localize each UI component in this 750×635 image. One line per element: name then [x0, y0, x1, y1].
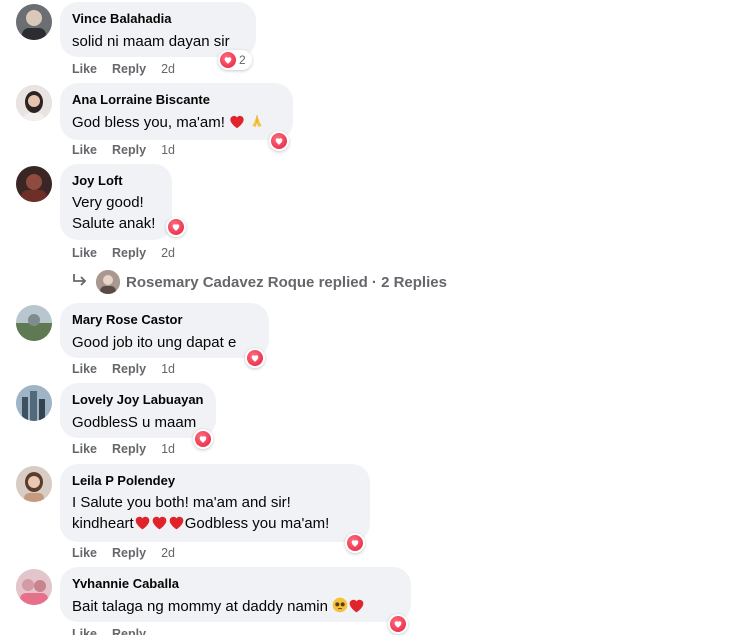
reaction-badge[interactable]	[193, 429, 213, 449]
reply-arrow-icon	[72, 273, 88, 291]
heart-icon	[347, 535, 363, 551]
comment-bubble: Mary Rose Castor Good job ito ung dapat …	[60, 303, 269, 358]
comment-text-line: kindheart	[72, 515, 134, 532]
comment-text: I Salute you both! ma'am and sir!	[72, 494, 291, 511]
view-replies-link[interactable]: Rosemary Cadavez Roque replied · 2 Repli…	[72, 270, 447, 294]
comment-author[interactable]: Leila P Polendey	[72, 472, 358, 489]
reaction-badge[interactable]	[166, 217, 186, 237]
heart-icon	[271, 133, 287, 149]
comment-author[interactable]: Joy Loft	[72, 172, 160, 189]
avatar[interactable]	[16, 385, 52, 421]
comment-actions: Like Reply 2d	[72, 246, 190, 260]
reaction-badge[interactable]: 2	[218, 50, 252, 70]
comment-bubble: Leila P Polendey I Salute you both! ma'a…	[60, 464, 370, 542]
reaction-badge[interactable]	[269, 131, 289, 151]
reply-button[interactable]: Reply	[112, 627, 146, 635]
comment-author[interactable]: Yvhannie Caballa	[72, 575, 399, 592]
timestamp[interactable]: 1d	[161, 442, 175, 456]
like-button[interactable]: Like	[72, 546, 97, 560]
red-heart-emoji-icon	[134, 515, 151, 536]
avatar[interactable]	[16, 466, 52, 502]
like-button[interactable]: Like	[72, 143, 97, 157]
comment-text-line: God bless you, ma'am!	[72, 114, 225, 131]
reply-button[interactable]: Reply	[112, 546, 146, 560]
avatar[interactable]	[16, 305, 52, 341]
timestamp[interactable]: 1d	[161, 143, 175, 157]
avatar[interactable]	[16, 569, 52, 605]
comment-text: Bait talaga ng mommy at daddy namin	[72, 596, 399, 619]
red-heart-emoji-icon	[348, 598, 365, 619]
comment-actions: Like Reply	[72, 627, 161, 635]
avatar	[96, 270, 120, 294]
avatar[interactable]	[16, 85, 52, 121]
red-heart-emoji-icon	[229, 114, 245, 135]
heart-icon	[195, 431, 211, 447]
comment-author[interactable]: Mary Rose Castor	[72, 311, 257, 328]
comment-bubble: Vince Balahadia solid ni maam dayan sir	[60, 2, 256, 57]
comment-author[interactable]: Lovely Joy Labuayan	[72, 391, 204, 408]
reaction-count: 2	[239, 53, 246, 67]
reply-button[interactable]: Reply	[112, 143, 146, 157]
comment-bubble: Lovely Joy Labuayan GodblesS u maam	[60, 383, 216, 438]
avatar[interactable]	[16, 166, 52, 202]
comment-text-line: Godbless you ma'am!	[184, 515, 330, 532]
like-button[interactable]: Like	[72, 362, 97, 376]
comment-author[interactable]: Ana Lorraine Biscante	[72, 91, 281, 108]
reply-button[interactable]: Reply	[112, 62, 146, 76]
like-button[interactable]: Like	[72, 62, 97, 76]
comment-bubble: Yvhannie Caballa Bait talaga ng mommy at…	[60, 567, 411, 622]
comment-text: Good job ito ung dapat e	[72, 334, 237, 351]
timestamp[interactable]: 2d	[161, 546, 175, 560]
heart-icon	[168, 219, 184, 235]
comment-actions: Like Reply 1d	[72, 362, 190, 376]
comment-actions: Like Reply 1d	[72, 143, 190, 157]
pleading-face-emoji-icon	[332, 597, 348, 619]
reaction-badge[interactable]	[388, 614, 408, 634]
comment-text: Salute anak!	[72, 215, 156, 232]
reaction-badge[interactable]	[345, 533, 365, 553]
reply-button[interactable]: Reply	[112, 246, 146, 260]
timestamp[interactable]: 1d	[161, 362, 175, 376]
comment-text: GodblesS u maam	[72, 414, 197, 431]
comment-author[interactable]: Vince Balahadia	[72, 10, 244, 27]
comment-text-line: Bait talaga ng mommy at daddy namin	[72, 598, 328, 615]
comment-text: God bless you, ma'am!	[72, 112, 281, 135]
comment-bubble: Joy Loft Very good! Salute anak!	[60, 164, 172, 240]
timestamp[interactable]: 2d	[161, 246, 175, 260]
red-heart-emoji-icon	[151, 515, 168, 536]
comment-text: solid ni maam dayan sir	[72, 33, 230, 50]
like-button[interactable]: Like	[72, 442, 97, 456]
comment-actions: Like Reply 2d	[72, 62, 190, 76]
reaction-badge[interactable]	[245, 348, 265, 368]
red-heart-emoji-icon	[168, 515, 185, 536]
avatar[interactable]	[16, 4, 52, 40]
heart-icon	[247, 350, 263, 366]
comment-text: Very good!	[72, 194, 144, 211]
comment-actions: Like Reply 1d	[72, 442, 190, 456]
like-button[interactable]: Like	[72, 627, 97, 635]
timestamp[interactable]: 2d	[161, 62, 175, 76]
comment-bubble: Ana Lorraine Biscante God bless you, ma'…	[60, 83, 293, 140]
reply-button[interactable]: Reply	[112, 362, 146, 376]
comment-text: kindheart Godbless you ma'am!	[72, 513, 358, 536]
replies-text[interactable]: Rosemary Cadavez Roque replied · 2 Repli…	[126, 274, 447, 291]
heart-icon	[390, 616, 406, 632]
reply-button[interactable]: Reply	[112, 442, 146, 456]
comment-actions: Like Reply 2d	[72, 546, 190, 560]
like-button[interactable]: Like	[72, 246, 97, 260]
heart-icon	[220, 52, 236, 68]
praying-hands-emoji-icon	[249, 113, 265, 135]
